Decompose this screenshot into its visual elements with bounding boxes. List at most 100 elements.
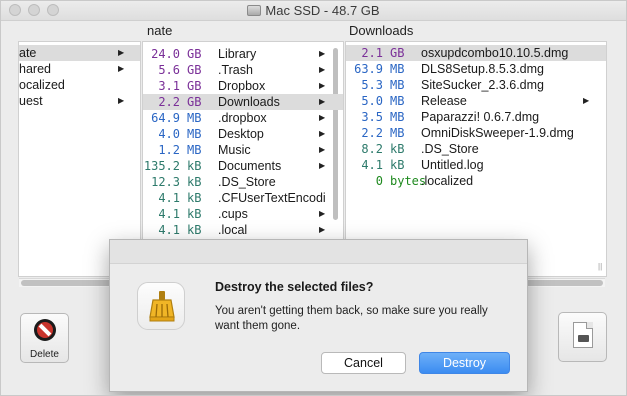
file-size-value: 5.0 [361, 94, 383, 108]
list-item[interactable]: 4.1 kB .cups ▶ [143, 206, 343, 222]
file-size-value: 63.9 [354, 62, 383, 76]
file-size-value: 5.3 [361, 78, 383, 92]
list-item[interactable]: 24.0 GB Library ▶ [143, 46, 343, 62]
list-item[interactable]: 8.2 kB .DS_Store [346, 141, 606, 157]
destroy-button[interactable]: Destroy [419, 352, 510, 374]
dialog-top-bar [110, 240, 527, 264]
disclosure-arrow-icon[interactable]: ▶ [319, 222, 325, 238]
file-name: ocalized [19, 78, 65, 92]
file-size-value: 4.1 [158, 223, 180, 237]
disclosure-arrow-icon[interactable]: ▶ [319, 126, 325, 142]
list-item[interactable]: 4.0 MB Desktop ▶ [143, 126, 343, 142]
list-item[interactable]: 12.3 kB .DS_Store [143, 174, 343, 190]
file-name: .DS_Store [218, 175, 276, 189]
file-size-unit: GB [187, 79, 202, 93]
file-size-value: 135.2 [143, 159, 180, 173]
disclosure-arrow-icon[interactable]: ▶ [118, 93, 124, 109]
file-name: ate [19, 46, 37, 60]
file-size-unit: GB [187, 63, 202, 77]
list-item[interactable]: 4.1 kB Untitled.log [346, 157, 606, 173]
list-item[interactable]: 3.5 MB Paparazzi! 0.6.7.dmg [346, 109, 606, 125]
file-size-unit: kB [187, 191, 202, 205]
disclosure-arrow-icon[interactable]: ▶ [319, 94, 325, 110]
list-item[interactable]: 5.3 MB SiteSucker_2.3.6.dmg [346, 77, 606, 93]
list-item[interactable]: 64.9 MB .dropbox ▶ [143, 110, 343, 126]
window-title: Mac SSD - 48.7 GB [265, 3, 380, 18]
file-size-value: 12.3 [151, 175, 180, 189]
disclosure-arrow-icon[interactable]: ▶ [319, 46, 325, 62]
list-item[interactable]: 5.6 GB .Trash ▶ [143, 62, 343, 78]
disclosure-arrow-icon[interactable]: ▶ [118, 45, 124, 61]
file-size-unit: MB [390, 126, 405, 140]
dialog-message: You aren't getting them back, so make su… [215, 305, 488, 332]
confirm-dialog: Destroy the selected files? You aren't g… [109, 239, 528, 392]
file-size-unit: MB [390, 78, 405, 92]
disclosure-arrow-icon[interactable]: ▶ [319, 142, 325, 158]
file-size-unit: MB [390, 94, 405, 108]
file-size-value: 2.1 [361, 46, 383, 60]
file-info-button[interactable] [558, 312, 607, 362]
file-name: .CFUserTextEncodi [218, 191, 326, 205]
list-item[interactable]: 135.2 kB Documents ▶ [143, 158, 343, 174]
list-item[interactable]: ocalized [19, 77, 140, 93]
list-item[interactable]: 63.9 MB DLS8Setup.8.5.3.dmg [346, 61, 606, 77]
resize-handle[interactable]: || [598, 262, 602, 271]
file-size-unit: GB [187, 47, 202, 61]
file-size-value: 4.1 [158, 207, 180, 221]
list-item[interactable]: hared ▶ [19, 61, 140, 77]
file-name: .Trash [218, 63, 253, 77]
list-item[interactable]: 4.1 kB .local ▶ [143, 222, 343, 238]
list-item[interactable]: 2.2 MB OmniDiskSweeper-1.9.dmg [346, 125, 606, 141]
file-size-unit: GB [390, 46, 405, 60]
disclosure-arrow-icon[interactable]: ▶ [319, 110, 325, 126]
delete-label: Delete [30, 349, 59, 360]
disclosure-arrow-icon[interactable]: ▶ [319, 78, 325, 94]
delete-button[interactable]: Delete [20, 313, 69, 363]
dialog-title: Destroy the selected files? [215, 280, 374, 294]
file-size-unit: MB [187, 127, 202, 141]
cancel-button[interactable]: Cancel [321, 352, 406, 374]
list-item[interactable]: ate ▶ [19, 45, 140, 61]
file-name: Paparazzi! 0.6.7.dmg [421, 110, 540, 124]
file-size-unit: MB [390, 62, 405, 76]
title-bar[interactable]: Mac SSD - 48.7 GB [1, 1, 626, 21]
file-size-unit: GB [187, 95, 202, 109]
disclosure-arrow-icon[interactable]: ▶ [118, 61, 124, 77]
file-size-unit: kB [187, 207, 202, 221]
file-name: .DS_Store [421, 142, 479, 156]
file-size-value: 1.2 [158, 143, 180, 157]
column-header-3: Downloads [349, 23, 414, 38]
prohibited-icon [34, 319, 56, 341]
list-item[interactable]: 3.1 GB Dropbox ▶ [143, 78, 343, 94]
file-name: .cups [218, 207, 248, 221]
file-size-value: 4.1 [361, 158, 383, 172]
file-name: uest [19, 94, 43, 108]
disclosure-arrow-icon[interactable]: ▶ [319, 62, 325, 78]
column-header-2: nate [147, 23, 173, 38]
list-item[interactable]: 4.1 kB .CFUserTextEncodi [143, 190, 343, 206]
disclosure-arrow-icon[interactable]: ▶ [319, 158, 325, 174]
list-item[interactable]: 0 bytes .localized [346, 173, 606, 189]
file-name: Untitled.log [421, 158, 484, 172]
disclosure-arrow-icon[interactable]: ▶ [583, 93, 589, 109]
list-item[interactable]: 2.1 GB osxupdcombo10.10.5.dmg [346, 45, 606, 61]
file-size-unit: kB [187, 159, 202, 173]
file-size-value: 64.9 [151, 111, 180, 125]
list-item[interactable]: 5.0 MB Release ▶ [346, 93, 606, 109]
file-name: SiteSucker_2.3.6.dmg [421, 78, 544, 92]
file-name: Dropbox [218, 79, 266, 93]
disclosure-arrow-icon[interactable]: ▶ [319, 206, 325, 222]
file-name: .dropbox [218, 111, 267, 125]
file-name: Desktop [218, 127, 264, 141]
file-name: Downloads [218, 95, 280, 109]
file-name: .local [218, 223, 248, 237]
hard-drive-icon [247, 5, 262, 16]
list-item[interactable]: uest ▶ [19, 93, 140, 109]
app-window: Mac SSD - 48.7 GB nate Downloads ate ▶ har… [0, 0, 627, 396]
file-size-value: 0 [375, 174, 383, 188]
list-item[interactable]: 2.2 GB Downloads ▶ [143, 94, 343, 110]
file-size-value: 4.1 [158, 191, 180, 205]
file-name: Library [218, 47, 257, 61]
file-size-unit: kB [187, 223, 202, 237]
list-item[interactable]: 1.2 MB Music ▶ [143, 142, 343, 158]
